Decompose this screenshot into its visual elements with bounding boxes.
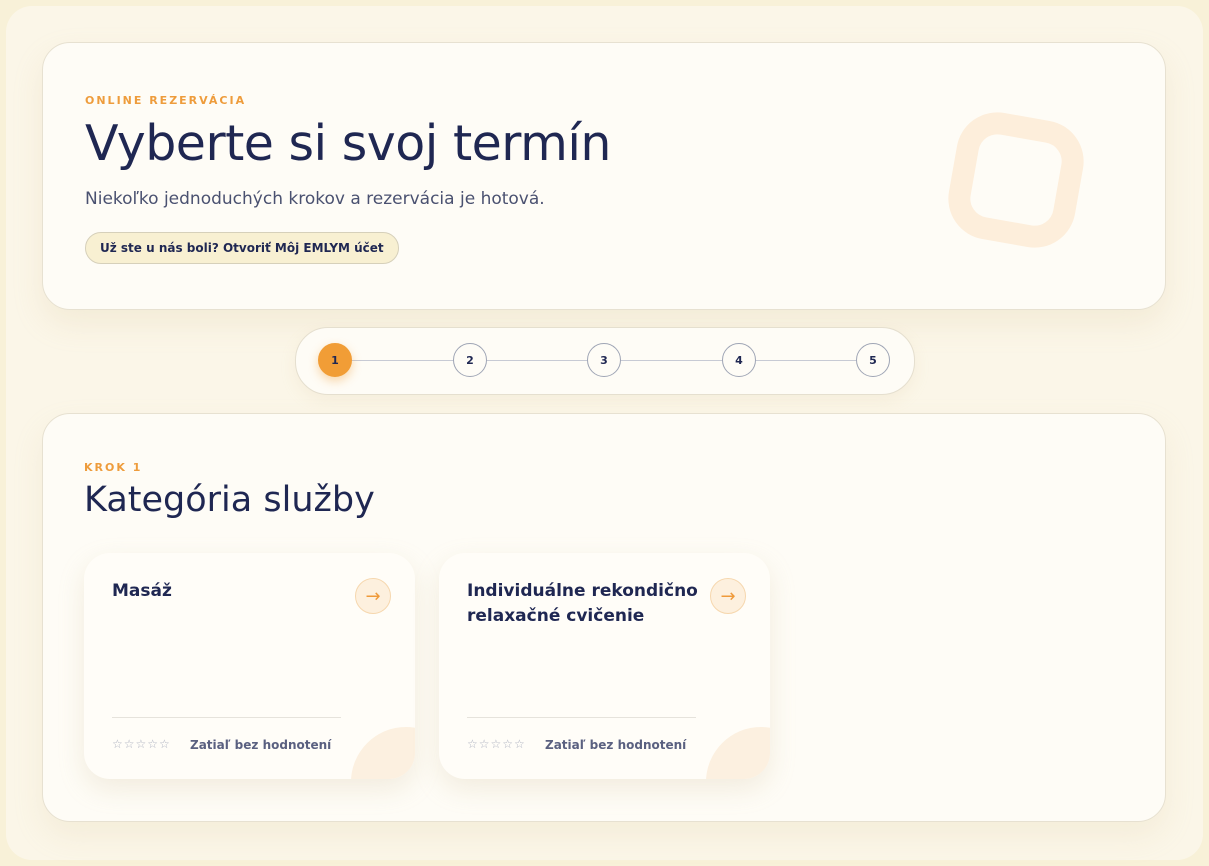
category-card-cvicenie[interactable]: Individuálne rekondično relaxačné cvičen… bbox=[439, 553, 770, 779]
step-2[interactable]: 2 bbox=[453, 343, 487, 377]
step-title: Kategória služby bbox=[84, 480, 375, 520]
category-card-masaz[interactable]: Masáž → ☆☆☆☆☆ Zatiaľ bez hodnotení bbox=[84, 553, 415, 779]
step-1[interactable]: 1 bbox=[318, 343, 352, 377]
step-panel: KROK 1 Kategória služby Masáž → ☆☆☆☆☆ Za… bbox=[42, 413, 1166, 822]
step-4[interactable]: 4 bbox=[722, 343, 756, 377]
page-title: Vyberte si svoj termín bbox=[85, 115, 612, 172]
step-5[interactable]: 5 bbox=[856, 343, 890, 377]
rating-text: Zatiaľ bez hodnotení bbox=[190, 738, 332, 752]
progress-stepper: 1 2 3 4 5 bbox=[295, 327, 915, 395]
card-decoration bbox=[351, 727, 415, 779]
star-rating-icon: ☆☆☆☆☆ bbox=[467, 737, 526, 751]
star-rating-icon: ☆☆☆☆☆ bbox=[112, 737, 171, 751]
decorative-square-icon bbox=[948, 112, 1084, 248]
hero-eyebrow: ONLINE REZERVÁCIA bbox=[85, 94, 247, 107]
category-name: Masáž bbox=[112, 581, 172, 601]
step-eyebrow: KROK 1 bbox=[84, 461, 143, 474]
hero-card: ONLINE REZERVÁCIA Vyberte si svoj termín… bbox=[42, 42, 1166, 310]
card-decoration bbox=[706, 727, 770, 779]
category-name: Individuálne rekondično relaxačné cvičen… bbox=[467, 581, 698, 626]
rating-text: Zatiaľ bez hodnotení bbox=[545, 738, 687, 752]
open-account-button[interactable]: Už ste u nás boli? Otvoriť Môj EMLYM úče… bbox=[85, 232, 399, 264]
card-divider bbox=[112, 717, 341, 718]
page-subtitle: Niekoľko jednoduchých krokov a rezerváci… bbox=[85, 189, 545, 209]
step-3[interactable]: 3 bbox=[587, 343, 621, 377]
card-divider bbox=[467, 717, 696, 718]
arrow-right-icon[interactable]: → bbox=[710, 578, 746, 614]
arrow-right-icon[interactable]: → bbox=[355, 578, 391, 614]
